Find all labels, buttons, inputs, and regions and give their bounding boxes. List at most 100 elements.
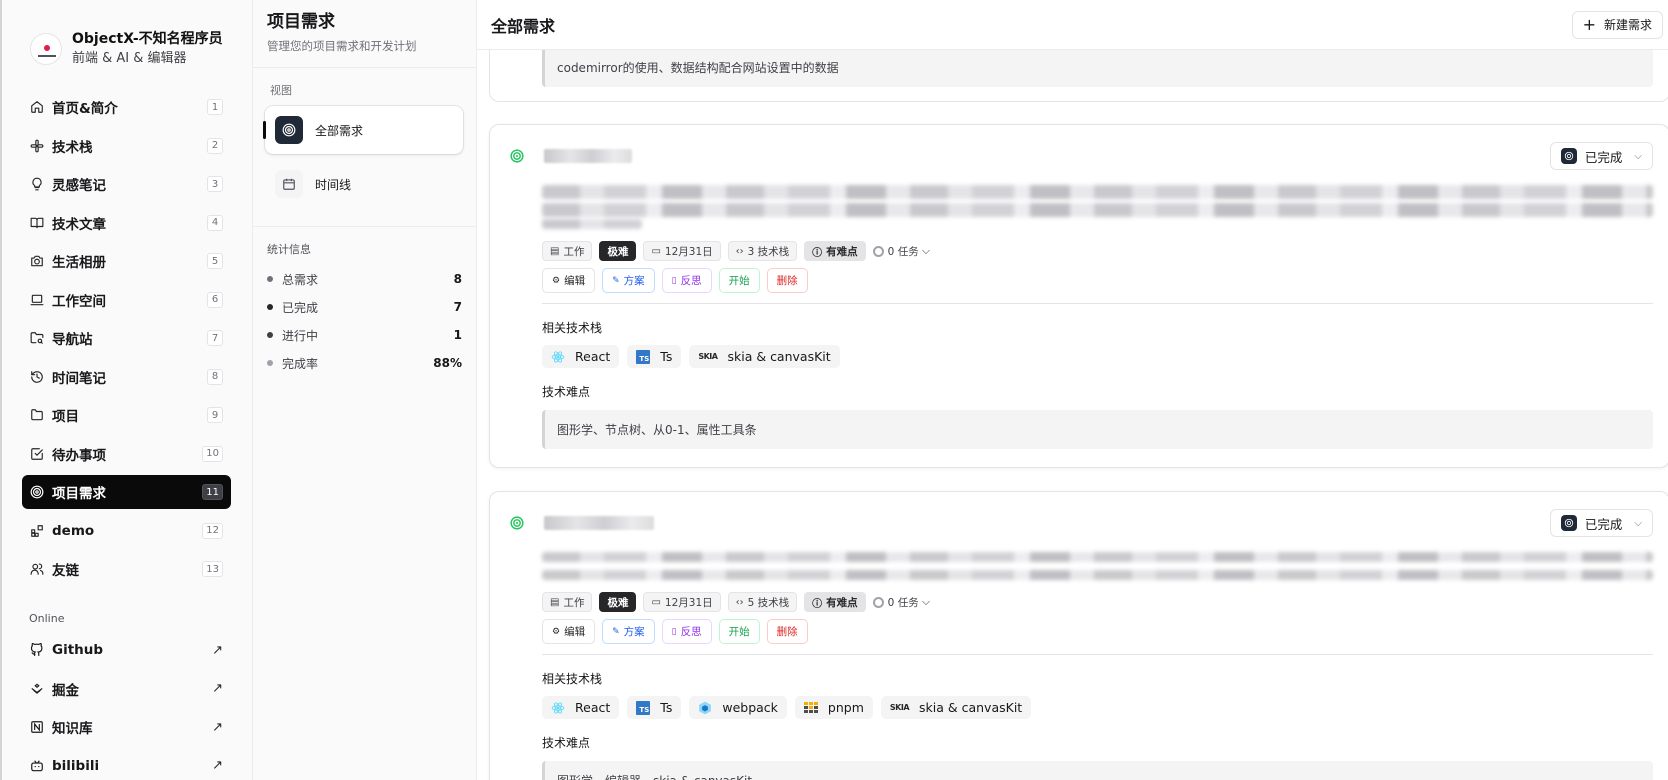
external-link-knowledge[interactable]: 知识库 ↗ (22, 710, 231, 744)
status-select[interactable]: 已完成 ⌵ (1549, 142, 1653, 170)
sidebar-item-todos[interactable]: 待办事项 10 (22, 437, 231, 471)
edit-button[interactable]: ⚙ 编辑 (542, 619, 596, 644)
tasks-toggle[interactable]: 0 任务 ⌵ (872, 595, 930, 610)
sidebar-item-demo[interactable]: demo 12 (22, 514, 231, 548)
sidebar-item-workspace[interactable]: 工作空间 6 (22, 283, 231, 317)
new-requirement-button[interactable]: + 新建需求 (1571, 10, 1663, 39)
pnpm-icon (803, 701, 818, 714)
shortcut-badge: 2 (207, 137, 223, 154)
sidebar-item-friends[interactable]: 友链 13 (22, 552, 231, 586)
users-icon (30, 562, 44, 576)
profile-subtitle: 前端 & AI & 编辑器 (72, 51, 187, 66)
tasks-toggle[interactable]: 0 任务 ⌵ (872, 244, 931, 259)
tech-tag-pnpm[interactable]: pnpm (794, 696, 873, 719)
stat-dot (267, 304, 273, 310)
view-timeline[interactable]: 时间线 (265, 160, 463, 208)
shortcut-badge: 3 (207, 176, 223, 192)
sidebar-item-notes[interactable]: 灵感笔记 3 (22, 167, 231, 201)
arrow-out-icon: ↗ (212, 719, 223, 735)
external-link-juejin[interactable]: 掘金 ↗ (22, 672, 231, 706)
slack-icon (30, 139, 44, 153)
plan-button[interactable]: ✎ 方案 (602, 619, 655, 644)
lightbulb-icon (30, 177, 44, 191)
chevron-down-icon: ⌵ (922, 244, 931, 257)
difficulty-title: 技术难点 (542, 385, 591, 399)
tech-tag-react[interactable]: React (542, 345, 620, 368)
sidebar-item-label: 项目 (52, 409, 79, 425)
sidebar-item-album[interactable]: 生活相册 5 (22, 244, 231, 278)
stat-value: 7 (453, 300, 462, 314)
home-icon (30, 100, 44, 114)
requirement-card: 已完成 ⌵ ▤ 工作 极难 ▭ 12月31日 ‹› 5 技术栈 ⓘ 有难点 0 任务 ⌵… (489, 491, 1668, 780)
difficulty-text: 图形学、节点树、从0-1、属性工具条 (542, 410, 1653, 449)
stats-section: 统计信息 总需求 8 已完成 7 进行中 1 完成率 88% (253, 226, 476, 377)
external-link-label: 掘金 (52, 682, 79, 699)
target-icon (275, 116, 303, 144)
sidebar-item-requirements[interactable]: 项目需求 11 (22, 475, 231, 509)
notion-icon (30, 720, 44, 734)
sidebar-item-projects[interactable]: 项目 9 (22, 398, 231, 432)
meta-chips: ▤ 工作 极难 ▭ 12月31日 ‹› 3 技术栈 ⓘ 有难点 0 任务 ⌵ (542, 241, 1668, 261)
status-select[interactable]: 已完成 ⌵ (1549, 509, 1653, 537)
delete-button[interactable]: 删除 (766, 268, 808, 293)
new-requirement-label: 新建需求 (1603, 18, 1652, 32)
difficulty-chip: ⓘ 有难点 (804, 592, 866, 612)
blocks-icon (30, 524, 44, 538)
tech-tag-ts[interactable]: TS Ts (627, 696, 682, 719)
reflect-button[interactable]: ▯ 反思 (661, 619, 712, 644)
check-square-icon (30, 447, 44, 461)
book-open-icon (30, 216, 44, 230)
sidebar-nav: 首页&简介 1 技术栈 2 灵感笔记 3 技术文章 4 生活相册 5 工作空间 … (0, 78, 252, 586)
sidebar-item-nav-site[interactable]: 导航站 7 (22, 321, 231, 355)
level-chip: 极难 (599, 592, 637, 612)
reflect-button[interactable]: ▯ 反思 (661, 268, 712, 293)
status-value: 已完成 (1584, 516, 1623, 532)
profile[interactable]: ObjectX-不知名程序员 前端 & AI & 编辑器 (0, 0, 252, 78)
arrow-out-icon: ↗ (212, 681, 223, 696)
tech-stack-title: 相关技术栈 (542, 672, 603, 686)
skia-icon: SKIA (889, 703, 910, 712)
sidebar-item-label: 时间笔记 (52, 370, 106, 387)
start-button[interactable]: 开始 (718, 619, 760, 644)
view-all-requirements[interactable]: 全部需求 (263, 106, 463, 154)
tech-tag-ts[interactable]: TS Ts (627, 345, 682, 368)
tech-tag-skia[interactable]: SKIA skia & canvasKit (689, 345, 840, 368)
tech-tag-skia[interactable]: SKIA skia & canvasKit (880, 696, 1032, 719)
tech-tag-react[interactable]: React (542, 696, 620, 719)
github-icon (30, 643, 44, 657)
edit-button[interactable]: ⚙ 编辑 (542, 268, 596, 293)
status-value: 已完成 (1584, 149, 1623, 165)
sidebar-item-home[interactable]: 首页&简介 1 (22, 90, 231, 124)
tech-count-chip: ‹› 3 技术栈 (727, 241, 798, 261)
sidebar-item-tech-stack[interactable]: 技术栈 2 (22, 129, 231, 163)
react-icon (551, 350, 565, 364)
sidebar-item-articles[interactable]: 技术文章 4 (22, 206, 231, 240)
meta-chips: ▤ 工作 极难 ▭ 12月31日 ‹› 5 技术栈 ⓘ 有难点 0 任务 ⌵ (542, 592, 1668, 612)
tech-stack-title: 相关技术栈 (542, 321, 603, 335)
react-icon (551, 701, 565, 715)
status-target-icon (510, 516, 524, 530)
camera-icon (30, 254, 44, 268)
difficulty-text: 图形学、编辑器、skia & canvasKit (542, 761, 1653, 780)
target-icon (1560, 515, 1577, 531)
view-label: 时间线 (315, 177, 352, 192)
redacted-description (542, 183, 1653, 229)
difficulty-chip: ⓘ 有难点 (804, 241, 866, 261)
divider (542, 654, 1653, 655)
shortcut-badge: 8 (207, 368, 223, 385)
arrow-out-icon: ↗ (212, 758, 223, 773)
sidebar-item-time-notes[interactable]: 时间笔记 8 (22, 360, 231, 394)
redacted-title (544, 149, 632, 163)
tech-tag-webpack[interactable]: webpack (689, 696, 787, 719)
plan-button[interactable]: ✎ 方案 (602, 268, 655, 293)
external-link-github[interactable]: Github ↗ (22, 633, 231, 667)
main-content: 全部需求 + 新建需求 codemirror的使用、数据结构配合网站设置中的数据… (477, 0, 1668, 780)
webpack-icon (698, 701, 712, 715)
stat-dot (267, 332, 273, 338)
delete-button[interactable]: 删除 (766, 619, 808, 644)
tech-count-chip: ‹› 5 技术栈 (727, 592, 798, 612)
difficulty-title: 技术难点 (542, 736, 591, 750)
start-button[interactable]: 开始 (718, 268, 760, 293)
stat-label: 完成率 (282, 356, 319, 371)
external-link-bilibili[interactable]: bilibili ↗ (22, 749, 231, 780)
